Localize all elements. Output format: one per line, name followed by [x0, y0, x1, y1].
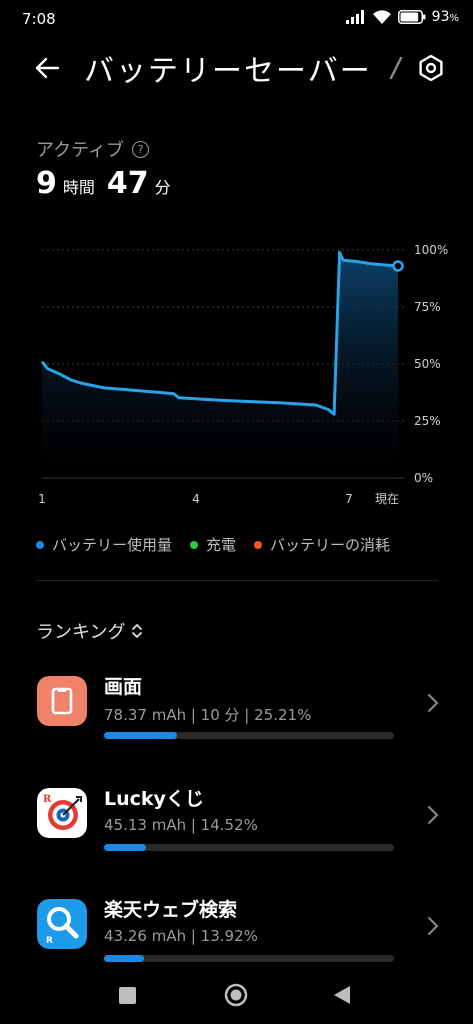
- x-tick-label: 4: [192, 492, 200, 506]
- active-hours-unit: 時間: [62, 178, 95, 197]
- active-hours: 9: [36, 166, 57, 201]
- battery-icon: [397, 10, 426, 24]
- app-usage-detail: 78.37 mAh | 10 分 | 25.21%: [104, 706, 312, 724]
- pencil-icon[interactable]: [386, 56, 406, 80]
- legend-dot: [36, 540, 44, 549]
- app-name: Luckyくじ: [104, 788, 204, 810]
- home-icon[interactable]: [224, 983, 248, 1007]
- lucky-kuji-app-icon: R: [37, 788, 87, 838]
- signal-icon: [345, 10, 364, 24]
- usage-bar: [104, 844, 394, 851]
- usage-bar-fill: [104, 955, 145, 962]
- battery-percent: 93: [431, 9, 450, 25]
- active-minutes-unit: 分: [154, 178, 171, 197]
- ranking-title: ランキング: [36, 622, 126, 643]
- battery-usage-area: [42, 252, 398, 478]
- app-name: 楽天ウェブ検索: [104, 899, 238, 921]
- x-tick-label: 7: [345, 492, 353, 506]
- active-label: アクティブ ?: [36, 136, 150, 162]
- y-tick-label: 100%: [414, 243, 448, 257]
- help-icon[interactable]: ?: [132, 140, 150, 158]
- back-arrow-icon[interactable]: [30, 50, 66, 86]
- legend-dot: [254, 540, 263, 549]
- usage-bar-fill: [104, 844, 147, 851]
- legend-label: バッテリーの消耗: [270, 536, 391, 554]
- page-title: バッテリーセーバー: [84, 54, 372, 89]
- legend-label: バッテリー使用量: [52, 536, 173, 554]
- usage-bar: [104, 732, 394, 739]
- usage-bar: [104, 955, 394, 962]
- chevron-right-icon: [428, 694, 439, 712]
- app-usage-detail: 43.26 mAh | 13.92%: [104, 927, 258, 945]
- status-bar: 7:08 93%: [0, 0, 473, 40]
- legend-item-drain: バッテリーの消耗: [254, 534, 390, 555]
- y-tick-label: 25%: [414, 414, 441, 428]
- ranking-item-screen[interactable]: 画面 78.37 mAh | 10 分 | 25.21%: [0, 676, 473, 776]
- legend-dot: [190, 540, 199, 549]
- chevron-right-icon: [428, 806, 439, 824]
- recents-icon[interactable]: [119, 987, 136, 1004]
- legend-item-charging: 充電: [190, 534, 236, 555]
- legend-item-usage: バッテリー使用量: [36, 534, 172, 555]
- chevron-right-icon: [428, 917, 439, 935]
- y-tick-label: 0%: [414, 471, 433, 485]
- x-tick-label: 1: [38, 492, 46, 506]
- back-icon[interactable]: [334, 986, 350, 1004]
- active-label-text: アクティブ: [36, 140, 125, 161]
- x-tick-label: 現在: [375, 492, 399, 506]
- svg-text:R: R: [46, 936, 53, 946]
- svg-text:R: R: [43, 794, 52, 805]
- app-name: 画面: [104, 676, 143, 698]
- wifi-icon: [372, 9, 391, 24]
- chart-legend: バッテリー使用量 充電 バッテリーの消耗: [36, 534, 390, 555]
- rakuten-web-search-app-icon: R: [37, 899, 87, 949]
- active-minutes: 47: [106, 166, 149, 201]
- divider: [36, 580, 438, 581]
- current-point-marker[interactable]: [392, 260, 404, 272]
- ranking-sort-toggle[interactable]: ランキング: [36, 618, 143, 644]
- legend-label: 充電: [206, 536, 237, 554]
- ranking-item-lucky-kuji[interactable]: R Luckyくじ 45.13 mAh | 14.52%: [0, 788, 473, 888]
- settings-hexagon-icon[interactable]: [416, 53, 446, 83]
- y-tick-label: 50%: [414, 357, 441, 371]
- app-usage-detail: 45.13 mAh | 14.52%: [104, 816, 258, 834]
- navigation-bar: [119, 983, 350, 1007]
- status-icons: 93%: [345, 9, 459, 25]
- sort-updown-icon: [132, 624, 143, 638]
- battery-usage-chart[interactable]: 100% 75% 50% 25% 0% 1 4 7 現在: [0, 235, 473, 515]
- usage-bar-fill: [104, 732, 178, 739]
- status-time: 7:08: [22, 10, 56, 28]
- active-duration: 9 時間 47 分: [36, 166, 177, 201]
- screen-icon: [37, 676, 87, 726]
- y-tick-label: 75%: [414, 300, 441, 314]
